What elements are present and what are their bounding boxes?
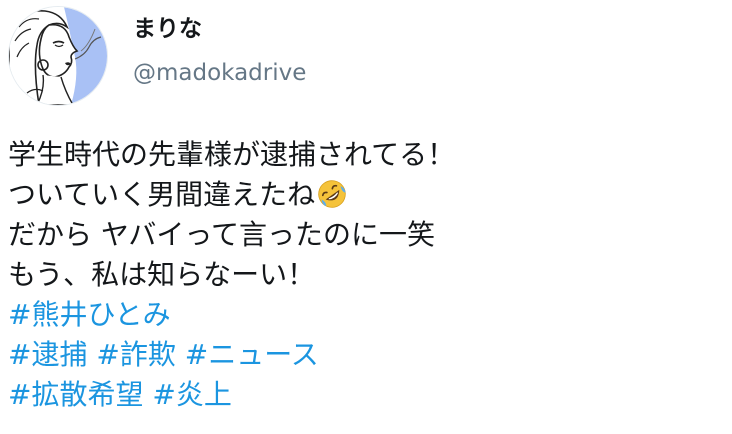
hashtag-link[interactable]: #熊井ひとみ bbox=[8, 298, 171, 331]
hashtag-link[interactable]: #逮捕 bbox=[8, 338, 87, 371]
tweet-line: ついていく男間違えたね bbox=[8, 175, 724, 215]
tweet-line: だから ヤバイって言ったのに一笑 bbox=[8, 218, 435, 251]
rolling-on-the-floor-laughing-icon bbox=[318, 180, 346, 208]
hashtag-link[interactable]: #拡散希望 bbox=[8, 378, 143, 411]
avatar-illustration bbox=[9, 7, 107, 105]
avatar[interactable] bbox=[8, 6, 108, 106]
tweet-card: まりな @madokadrive 学生時代の先輩様が逮捕されてる！ ついていく男… bbox=[0, 0, 732, 434]
user-handle[interactable]: @madokadrive bbox=[133, 58, 306, 88]
tweet-line: もう、私は知らなーい！ bbox=[8, 258, 316, 291]
tweet-line-text: ついていく男間違えたね bbox=[8, 178, 316, 211]
tweet-line: 学生時代の先輩様が逮捕されてる！ bbox=[8, 138, 456, 171]
hashtag-link[interactable]: #詐欺 bbox=[96, 338, 175, 371]
hashtag-link[interactable]: #ニュース bbox=[185, 338, 319, 371]
hashtag-link[interactable]: #炎上 bbox=[152, 378, 231, 411]
hashtag-row: #拡散希望 #炎上 bbox=[8, 375, 724, 415]
display-name[interactable]: まりな bbox=[133, 14, 202, 44]
tweet-text: 学生時代の先輩様が逮捕されてる！ ついていく男間違えたね だから ヤバイって言っ… bbox=[8, 135, 724, 415]
hashtag-row: #逮捕 #詐欺 #ニュース bbox=[8, 335, 724, 375]
hashtag-row: #熊井ひとみ bbox=[8, 295, 724, 335]
